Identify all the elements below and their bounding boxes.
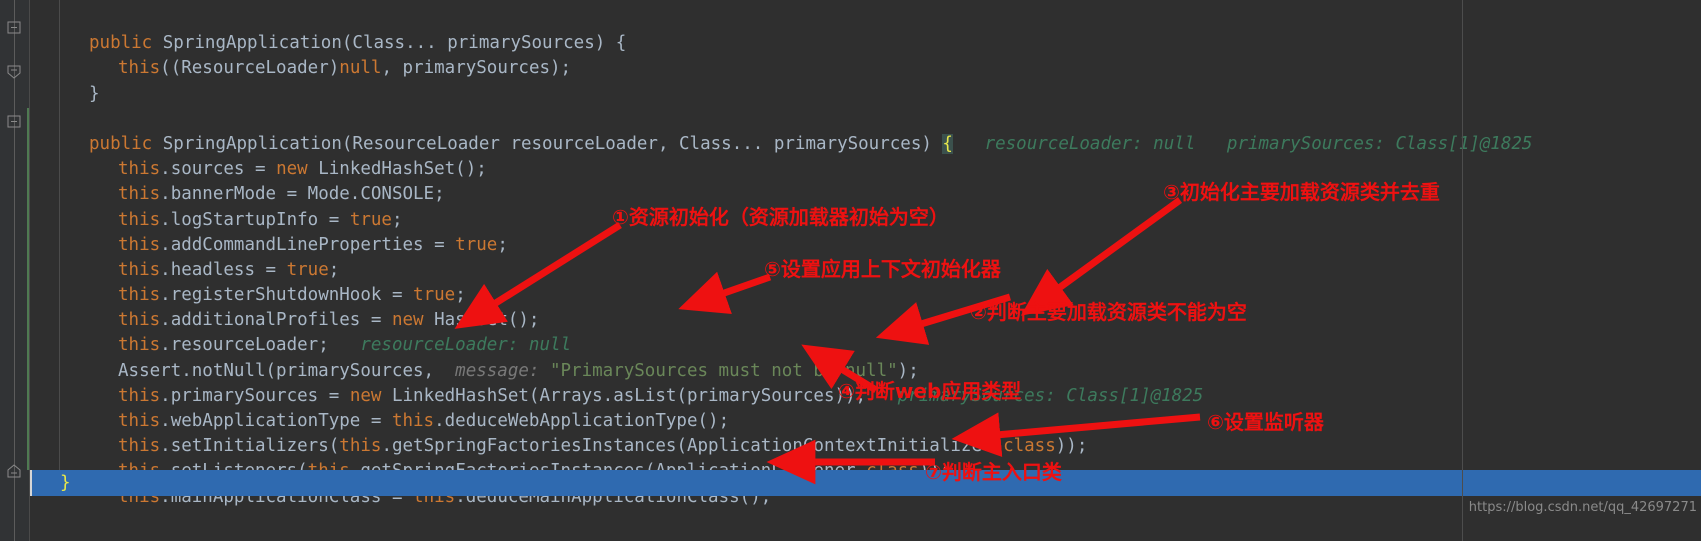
code-token: public [89, 133, 163, 154]
fold-marker-end-icon[interactable] [7, 463, 22, 478]
code-token: )); [1055, 436, 1088, 457]
selected-line-highlight[interactable] [30, 470, 1701, 496]
code-token: this [118, 285, 161, 306]
code-token: new [349, 385, 392, 406]
code-token: Assert.notNull(primarySources, [118, 360, 456, 381]
code-token: .headless = [160, 259, 287, 280]
code-token: , primarySources); [381, 58, 572, 79]
watermark-text: https://blog.csdn.net/qq_42697271 [1468, 500, 1697, 515]
fold-marker-expand-icon[interactable] [7, 64, 22, 79]
annotation-label-③: ③初始化主要加载资源类并去重 [1163, 180, 1440, 204]
code-token: .addCommandLineProperties = [160, 234, 456, 255]
code-token: ; [391, 209, 403, 230]
code-token: this [118, 259, 161, 280]
code-token: new [276, 159, 319, 180]
code-editor[interactable]: public SpringApplication(Class... primar… [0, 0, 1701, 541]
code-line[interactable]: this.sources = new LinkedHashSet(); [30, 157, 1701, 182]
code-token: .setInitializers( [160, 436, 340, 457]
right-margin-ruler [1462, 0, 1463, 541]
code-token: this [118, 58, 161, 79]
code-token: this [118, 436, 161, 457]
code-token: SpringApplication(Class... primarySource… [162, 33, 627, 54]
code-line[interactable]: this.webApplicationType = this.deduceWeb… [30, 409, 1701, 434]
selected-line-text: } [60, 473, 71, 493]
code-token: new [391, 310, 435, 331]
annotation-label-④: ④判断web应用类型 [838, 379, 1022, 403]
annotation-label-⑤: ⑤设置应用上下文初始化器 [764, 257, 1001, 281]
code-token: ((ResourceLoader) [160, 58, 340, 79]
annotation-label-①: ①资源初始化（资源加载器初始为空） [612, 205, 949, 229]
code-token: LinkedHashSet(Arrays.asList(primarySourc… [391, 385, 898, 406]
code-token: resourceLoader: null primarySources: Cla… [984, 133, 1533, 154]
code-line[interactable]: public SpringApplication(Class... primar… [30, 31, 1701, 56]
code-token: .getSpringFactoriesInstances(Application… [381, 436, 1004, 457]
code-token: null [339, 58, 382, 79]
annotation-label-⑦: ⑦判断主入口类 [925, 460, 1062, 484]
code-token: ; [497, 234, 508, 255]
code-token: true [413, 285, 456, 306]
code-token: .primarySources = [160, 385, 350, 406]
code-token: .registerShutdownHook = [160, 285, 414, 306]
code-token: this [118, 159, 161, 180]
code-token: .bannerMode = Mode.CONSOLE; [160, 184, 445, 205]
code-token: this [391, 411, 435, 431]
code-token: this [118, 335, 161, 356]
code-token: resourceLoader: null [360, 335, 572, 356]
code-token: { [942, 133, 953, 154]
code-token: ; [455, 285, 466, 306]
code-line[interactable]: this.resourceLoader; resourceLoader: nul… [30, 333, 1701, 358]
code-line[interactable] [30, 6, 1701, 31]
code-token: true [286, 259, 329, 280]
code-token: this [118, 411, 161, 431]
code-token: this [118, 385, 161, 406]
code-token: .resourceLoader; [160, 335, 361, 356]
annotation-label-②: ②判断主要加载资源类不能为空 [970, 300, 1247, 324]
code-line[interactable]: this((ResourceLoader)null, primarySource… [30, 56, 1701, 81]
code-token: public [89, 33, 163, 54]
code-token: true [455, 234, 498, 255]
code-token: .logStartupInfo = [160, 209, 350, 230]
code-token: SpringApplication(ResourceLoader resourc… [162, 133, 943, 154]
code-token: .additionalProfiles = [160, 310, 392, 331]
code-token: this [339, 436, 382, 457]
code-line[interactable]: this.setInitializers(this.getSpringFacto… [30, 434, 1701, 459]
code-token: HashSet(); [434, 310, 540, 331]
code-token: .sources = [160, 159, 277, 180]
code-token: message: [455, 360, 550, 381]
text-caret [30, 470, 32, 496]
fold-marker-collapse-2-icon[interactable] [7, 114, 22, 129]
editor-gutter[interactable] [0, 0, 30, 541]
code-line[interactable]: } [30, 82, 1701, 107]
code-token: true [349, 209, 392, 230]
code-token: .webApplicationType = [160, 411, 392, 431]
code-line[interactable]: public SpringApplication(ResourceLoader … [30, 132, 1701, 157]
code-line[interactable]: this.registerShutdownHook = true; [30, 283, 1701, 308]
code-token: this [118, 310, 161, 331]
code-token: this [118, 184, 161, 205]
code-line[interactable]: this.additionalProfiles = new HashSet(); [30, 308, 1701, 333]
annotation-label-⑥: ⑥设置监听器 [1207, 410, 1324, 434]
code-token: ; [328, 259, 340, 280]
code-token: class [1003, 436, 1056, 457]
code-line[interactable] [30, 107, 1701, 132]
code-token: LinkedHashSet(); [318, 159, 487, 180]
gutter-guide-line [14, 0, 15, 541]
code-token: } [89, 83, 100, 104]
code-token: .deduceWebApplicationType(); [434, 411, 730, 431]
code-token: this [118, 209, 161, 230]
fold-marker-collapse-icon[interactable] [7, 20, 22, 35]
code-token: this [118, 234, 161, 255]
